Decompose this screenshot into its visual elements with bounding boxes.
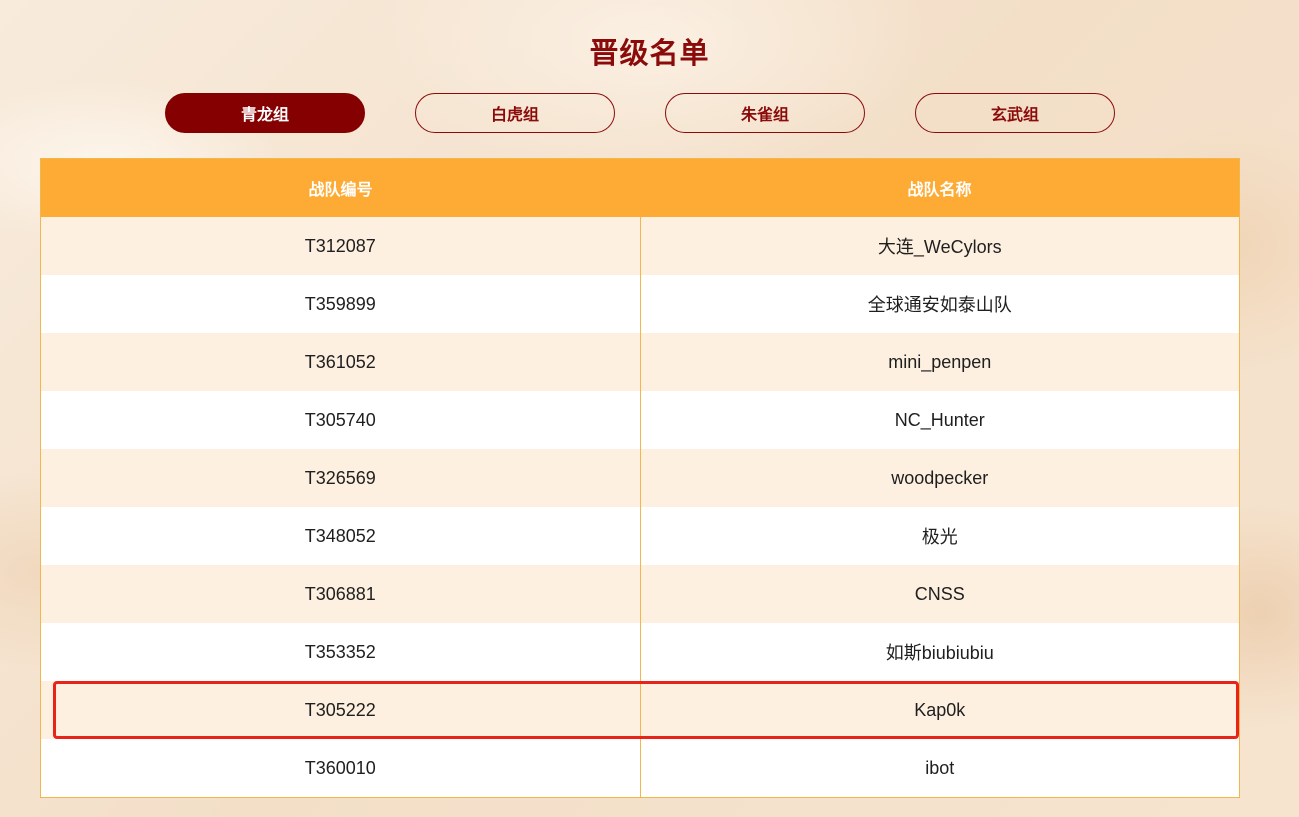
- table-row: T353352 如斯biubiubiu: [41, 623, 1239, 681]
- column-header-team-name: 战队名称: [907, 180, 972, 199]
- promotion-table: 战队编号 战队名称 T312087 大连_WeCylors T359899 全球…: [40, 158, 1240, 798]
- tab-xuanwu[interactable]: 玄武组: [915, 93, 1115, 133]
- team-name-cell: ibot: [925, 757, 955, 778]
- table-row: T360010 ibot: [41, 739, 1239, 797]
- table-row: T359899 全球通安如泰山队: [41, 275, 1239, 333]
- team-name-cell: NC_Hunter: [894, 409, 985, 430]
- page-title: 晋级名单: [589, 36, 710, 70]
- team-name-cell: 全球通安如泰山队: [867, 295, 1012, 315]
- column-header-team-id: 战队编号: [308, 180, 373, 199]
- table-row: T326569 woodpecker: [41, 449, 1239, 507]
- team-name-cell: mini_penpen: [888, 351, 992, 372]
- table-row: T306881 CNSS: [41, 565, 1239, 623]
- tab-qinglong[interactable]: 青龙组: [165, 93, 365, 133]
- team-id-cell: T360010: [41, 739, 641, 797]
- table-row: T361052 mini_penpen: [41, 333, 1239, 391]
- tab-baihu[interactable]: 白虎组: [415, 93, 615, 133]
- tab-zhuque[interactable]: 朱雀组: [665, 93, 865, 133]
- table-row: T305740 NC_Hunter: [41, 391, 1239, 449]
- team-id-cell: T348052: [41, 507, 641, 565]
- table-row: T348052 极光: [41, 507, 1239, 565]
- team-name-cell: 大连_WeCylors: [877, 237, 1002, 257]
- table-row: T312087 大连_WeCylors: [41, 217, 1239, 275]
- team-id-cell: T353352: [41, 623, 641, 681]
- team-name-cell: 极光: [921, 527, 958, 547]
- team-id-cell: T305740: [41, 391, 641, 449]
- team-id-cell: T361052: [41, 333, 641, 391]
- team-name-cell: Kap0k: [914, 699, 966, 720]
- table-header-row: 战队编号 战队名称: [41, 159, 1239, 217]
- table-row-highlighted: T305222 Kap0k: [41, 681, 1239, 739]
- team-name-cell: woodpecker: [891, 467, 989, 488]
- team-id-cell: T306881: [41, 565, 641, 623]
- team-id-cell: T359899: [41, 275, 641, 333]
- team-id-cell: T326569: [41, 449, 641, 507]
- group-tabs: 青龙组 白虎组 朱雀组 玄武组: [165, 93, 1115, 133]
- team-name-cell: 如斯biubiubiu: [885, 643, 994, 663]
- team-id-cell: T305222: [41, 681, 641, 739]
- team-id-cell: T312087: [41, 217, 641, 275]
- team-name-cell: CNSS: [914, 583, 965, 604]
